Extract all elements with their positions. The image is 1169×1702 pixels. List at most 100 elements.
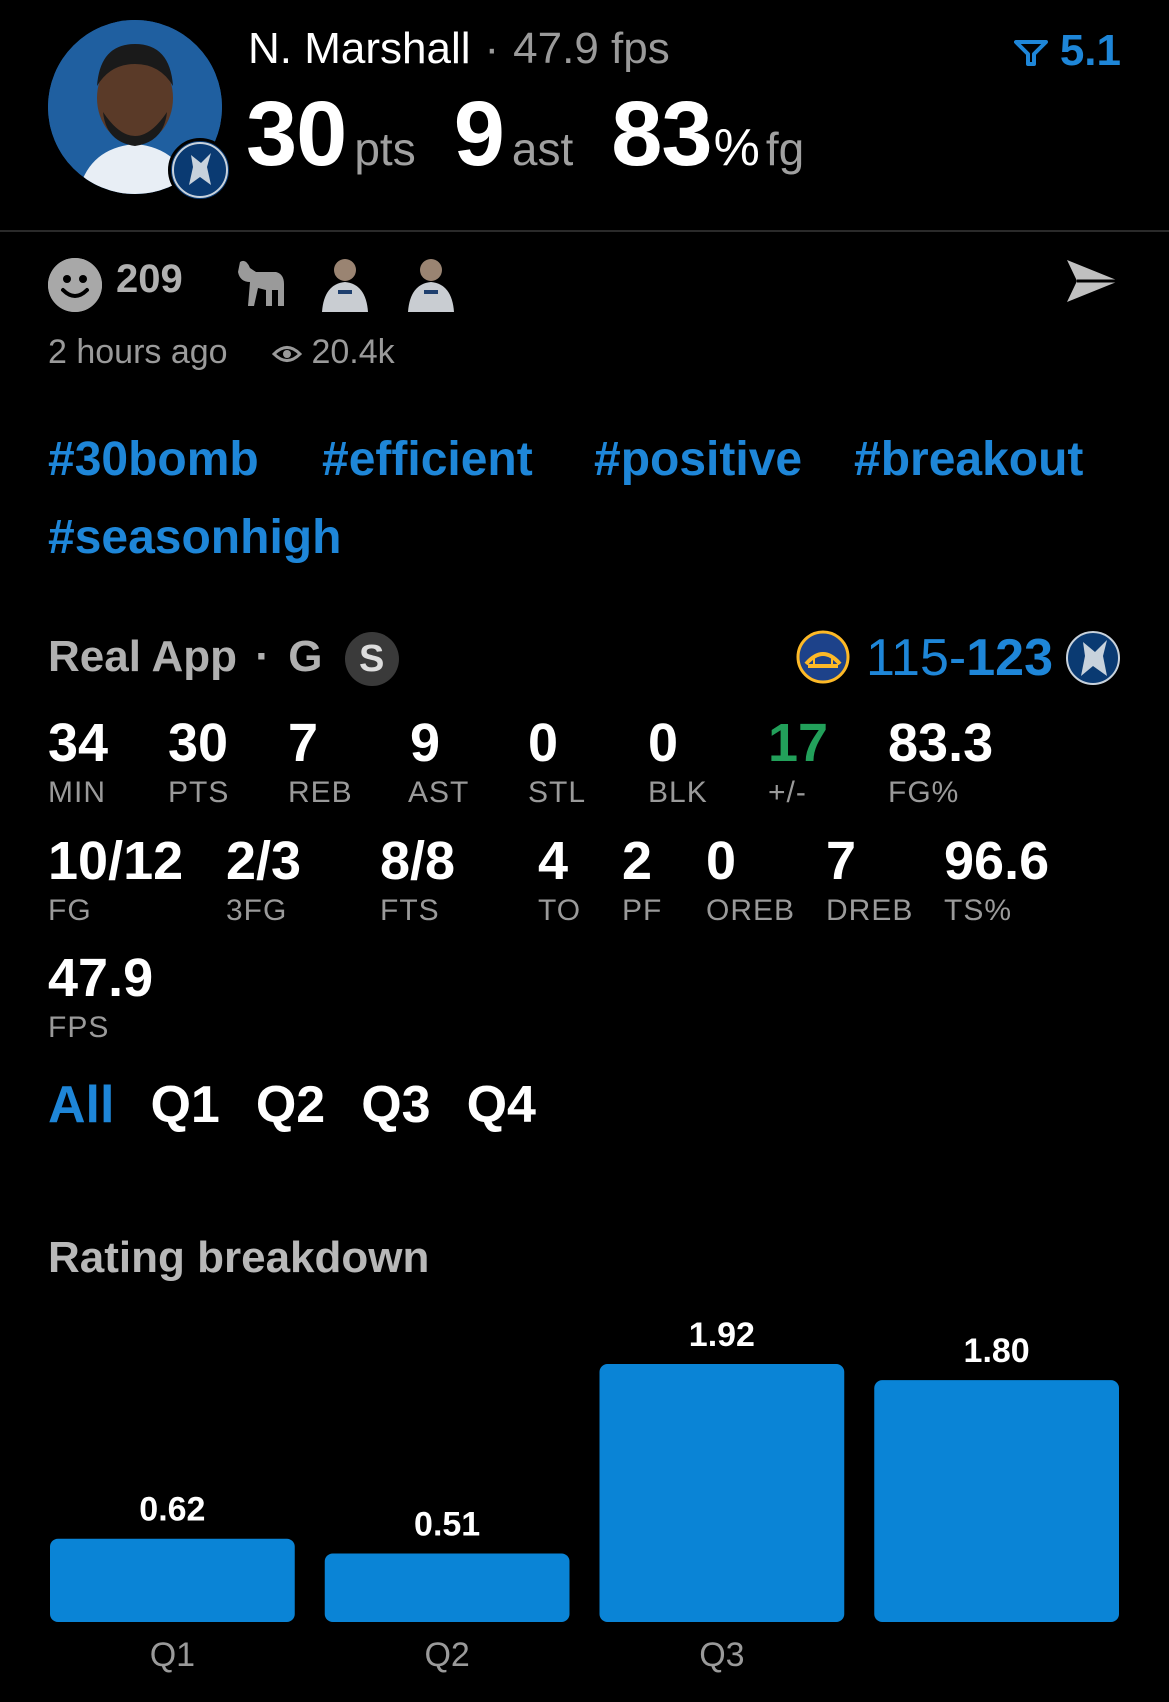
stat-stl: 0 STL [528,712,586,810]
reaction-avatar-icon[interactable] [318,254,372,312]
stat-value: 83.3 [888,713,994,773]
stat-pts: 30 PTS [168,712,229,810]
bar-q4[interactable] [874,1380,1119,1622]
headline-pts-unit: pts [354,123,416,175]
stat-label: MIN [48,776,106,809]
tab-q1[interactable]: Q1 [150,1076,219,1134]
stat-label: BLK [648,776,708,809]
hashtag[interactable]: #breakout [854,432,1083,487]
stat-value: 0 [528,713,559,773]
hashtag[interactable]: #positive [594,432,802,487]
score-separator: - [948,629,967,687]
stat-label: OREB [706,894,796,927]
stat-value: 0 [648,713,679,773]
stat-ts-pct: 96.6 TS% [944,830,1049,928]
bar-q2[interactable] [324,1553,570,1622]
stat-value: 96.6 [944,831,1050,891]
tab-q4[interactable]: Q4 [467,1076,536,1134]
bar-value-label: 0.62 [139,1491,205,1529]
source-name: Real App [48,632,238,681]
stat-fg: 10/12 FG [48,830,183,928]
post-time: 2 hours ago [48,333,228,371]
headline-fg-label: fg [765,123,805,175]
reaction-avatar-icon[interactable] [404,254,458,312]
stat-blk: 0 BLK [648,712,708,810]
stat-label: REB [288,776,353,809]
headline-fg-percent: % [713,119,760,177]
stat-label: FPS [48,1011,110,1044]
stat-label: PF [622,894,663,927]
goat-icon[interactable] [232,256,290,317]
smile-icon[interactable] [48,258,102,312]
tab-all[interactable]: All [48,1076,114,1134]
stat-label: +/- [768,776,807,809]
team-logo-icon [168,138,232,202]
stat-label: FG [48,894,92,927]
stat-oreb: 0 OREB [706,830,795,928]
x-tick-label: Q3 [699,1636,744,1674]
stat-label: PTS [168,776,230,809]
stat-ast: 9 AST [408,712,469,810]
stat-plus-minus: 17 +/- [768,712,828,810]
reaction-count: 209 [116,257,183,301]
stat-to: 4 TO [538,830,581,928]
game-source-line: Real App · G S [48,632,399,687]
stat-3fg: 2/3 3FG [226,830,301,928]
headline-ast-value: 9 [453,83,505,185]
rating-breakdown-chart: 0.62 Q1 0.51 Q2 1.92 Q3 1.80 [50,1316,1119,1674]
stat-value: 2 [622,831,653,891]
bar-q3[interactable] [599,1364,845,1622]
headline-stats: 30 pts 9 ast 83% fg [246,82,842,187]
stat-value: 10/12 [48,831,184,891]
stat-fg-pct: 83.3 FG% [888,712,993,810]
away-score: 115 [866,629,949,687]
stat-value: 7 [288,713,319,773]
stat-fps: 47.9 FPS [48,947,153,1045]
away-team-logo-icon[interactable] [796,630,850,689]
hashtag[interactable]: #30bomb [48,432,259,487]
rating-score: 5.1 [1059,26,1121,75]
stat-label: FG% [888,776,960,809]
stat-min: 34 MIN [48,712,108,810]
stat-label: FTS [380,894,440,927]
rating-filter[interactable]: 5.1 [1013,26,1121,76]
send-icon[interactable] [1065,256,1121,311]
position-label: G [288,632,323,681]
rating-breakdown-title: Rating breakdown [48,1233,430,1282]
view-count-group: 20.4k [271,333,395,372]
stat-value: 2/3 [226,831,302,891]
eye-icon [271,346,303,363]
headline-fg-value: 83 [611,83,712,185]
stat-value: 8/8 [380,831,456,891]
bar-q1[interactable] [50,1538,295,1622]
stat-dreb: 7 DREB [826,830,913,928]
bar-value-label: 1.92 [689,1316,755,1354]
filter-icon [1013,40,1048,67]
stat-value: 30 [168,713,229,773]
stat-value: 47.9 [48,948,154,1008]
player-name-line: N. Marshall · 47.9 fps [248,24,670,74]
headline-pts-value: 30 [246,83,347,185]
stat-value: 9 [410,713,441,773]
stat-value: 34 [48,713,109,773]
separator-dot: · [255,632,270,681]
hashtag[interactable]: #seasonhigh [48,510,341,565]
home-score: 123 [966,629,1053,687]
hashtag[interactable]: #efficient [322,432,533,487]
tab-q3[interactable]: Q3 [361,1076,430,1134]
bar-value-label: 1.80 [964,1332,1030,1370]
fps-headline: 47.9 fps [513,24,670,73]
headline-ast-unit: ast [511,123,574,175]
x-tick-label: Q1 [150,1636,195,1674]
separator-dot: · [484,24,500,73]
stat-value: 7 [826,831,857,891]
home-team-logo-icon[interactable] [1065,630,1121,691]
game-score[interactable]: 115-123 [866,628,1053,688]
x-tick-label: Q2 [424,1636,469,1674]
stat-reb: 7 REB [288,712,353,810]
stat-fts: 8/8 FTS [380,830,455,928]
stat-pf: 2 PF [622,830,662,928]
stat-label: TS% [944,894,1013,927]
player-name[interactable]: N. Marshall [248,24,471,73]
tab-q2[interactable]: Q2 [256,1076,325,1134]
